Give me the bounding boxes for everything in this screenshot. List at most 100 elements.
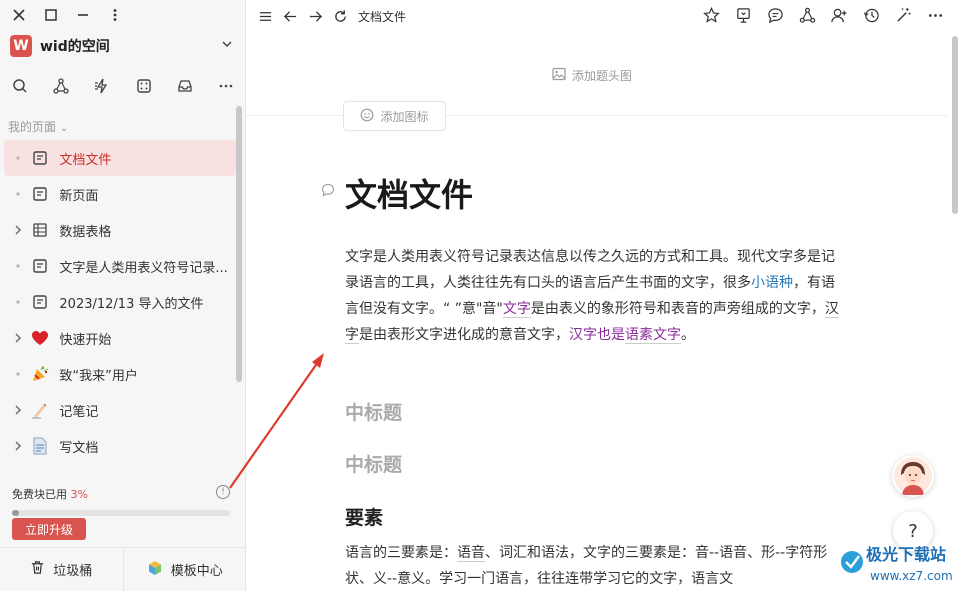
sidebar-scrollbar[interactable] [236,106,242,382]
add-user-icon[interactable] [829,5,850,26]
menu-icon[interactable] [254,5,276,27]
quota-progress-bar [12,510,230,516]
paragraph-2[interactable]: 语言的三要素是：语音、词汇和语法，文字的三要素是：音--语音、形--字符形状、义… [345,540,845,591]
sidebar-item-4[interactable]: 文字是人类用表义符号记录... [4,248,236,284]
party-popper-icon [30,364,50,384]
dice-icon[interactable] [134,76,154,96]
bullet-dot-icon [12,155,24,161]
writing-hand-icon [30,400,50,420]
template-center-button[interactable]: 模板中心 [122,548,247,591]
sidebar-item-label: 文档文件 [59,152,112,168]
page-icon [30,436,50,456]
minimize-icon[interactable] [74,6,92,24]
bullet-dot-icon [12,299,24,305]
close-icon[interactable] [10,6,28,24]
window-controls [10,6,124,24]
document-icon [30,292,50,312]
quota-percent: 3% [70,488,88,501]
maximize-icon[interactable] [42,6,60,24]
sidebar-item-3[interactable]: 数据表格 [4,212,236,248]
sidebar-item-7[interactable]: 致“我来”用户 [4,356,236,392]
section-label-my-pages[interactable]: 我的页面 ⌄ [8,118,68,135]
sidebar-item-label: 写文档 [59,440,99,456]
space-logo: W [10,35,32,57]
heading-2-a[interactable]: 中标题 [345,398,402,425]
sidebar-item-8[interactable]: 记笔记 [4,392,236,428]
info-icon[interactable]: ! [216,485,230,499]
graph-icon[interactable] [51,76,71,96]
sidebar-item-label: 新页面 [59,188,99,204]
document-title[interactable]: 文档文件 [345,170,473,216]
magic-wand-icon[interactable] [893,5,914,26]
bullet-dot-icon [12,371,24,377]
sidebar-toolbar [10,76,236,96]
sidebar-item-9[interactable]: 写文档 [4,428,236,464]
forward-arrow-icon[interactable] [304,5,326,27]
link-writing[interactable]: 文字 [502,301,531,318]
document-scrollbar[interactable] [952,36,958,214]
more-vertical-icon[interactable] [106,6,124,24]
quick-action-icon[interactable] [92,76,112,96]
history-icon[interactable] [861,5,882,26]
sidebar-item-label: 文字是人类用表义符号记录... [59,260,228,276]
more-horizontal-icon[interactable] [216,76,236,96]
document-icon [30,256,50,276]
link-minor-language[interactable]: 小语种 [751,275,793,291]
cube-icon [147,560,163,580]
heading-2-elements[interactable]: 要素 [345,503,383,530]
trash-icon [30,560,45,579]
quota-panel: 免费块已用 3% ! [12,485,230,516]
block-comment-icon[interactable] [321,182,335,201]
search-icon[interactable] [10,76,30,96]
more-horizontal-icon[interactable] [925,5,946,26]
upgrade-button[interactable]: 立即升级 [12,518,86,540]
add-cover-label: 添加题头图 [572,69,633,83]
template-center-label: 模板中心 [170,564,223,579]
paragraph-1[interactable]: 文字是人类用表义符号记录表达信息以传之久远的方式和工具。现代文字多是记录语言的工… [345,244,845,348]
section-label-text: 我的页面 [8,120,57,134]
add-icon-label: 添加图标 [380,109,429,124]
sidebar-item-1[interactable]: 文档文件 [4,140,236,176]
watermark-logo: 极光下载站 www.xz7.com [838,540,956,590]
document-icon [30,184,50,204]
add-icon-button[interactable]: 添加图标 [343,101,446,131]
link-morpheme-script[interactable]: 语素文字 [625,327,681,344]
paragraph-text: 是由表义的象形符号和表音的声旁组成的文字， [530,301,825,317]
sidebar-item-label: 数据表格 [59,224,112,240]
sidebar-item-2[interactable]: 新页面 [4,176,236,212]
chevron-right-icon[interactable] [12,441,24,451]
heading-2-b[interactable]: 中标题 [345,450,402,477]
sidebar-item-label: 记笔记 [59,404,99,420]
trash-button[interactable]: 垃圾桶 [0,548,123,591]
avatar-icon [894,457,932,495]
present-icon[interactable] [733,5,754,26]
graph-view-icon[interactable] [797,5,818,26]
sidebar-item-5[interactable]: 2023/12/13 导入的文件 [4,284,236,320]
heart-icon [30,328,50,348]
add-cover-button[interactable]: 添加题头图 [552,67,632,84]
breadcrumb-doc-title[interactable]: 文档文件 [358,8,406,25]
document-topbar: 文档文件 [246,0,960,32]
quota-progress-fill [12,510,19,516]
chevron-right-icon[interactable] [12,405,24,415]
link-phonetics[interactable]: 语音 [457,545,485,562]
page-tree: 文档文件新页面数据表格文字是人类用表义符号记录... 2023/12/13 导入的… [0,140,240,464]
link-hanzi-also[interactable]: 汉字也是 [569,327,625,343]
space-switcher[interactable]: W wid的空间 [10,34,233,58]
assistant-avatar-button[interactable] [892,455,934,497]
trash-label: 垃圾桶 [53,564,93,579]
bullet-dot-icon [12,191,24,197]
star-icon[interactable] [701,5,722,26]
chevron-right-icon[interactable] [12,333,24,343]
refresh-icon[interactable] [329,5,351,27]
smiley-icon [360,108,374,125]
comment-icon[interactable] [765,5,786,26]
space-name: wid的空间 [40,39,110,55]
inbox-icon[interactable] [175,76,195,96]
table-icon [30,220,50,240]
sidebar-item-6[interactable]: 快速开始 [4,320,236,356]
app-window: W wid的空间 我的页面 ⌄ 文档文件 新页面 数据表格 文字是人类用表义符号… [0,0,960,591]
chevron-right-icon[interactable] [12,225,24,235]
sidebar-item-label: 致“我来”用户 [59,368,138,384]
back-arrow-icon[interactable] [279,5,301,27]
